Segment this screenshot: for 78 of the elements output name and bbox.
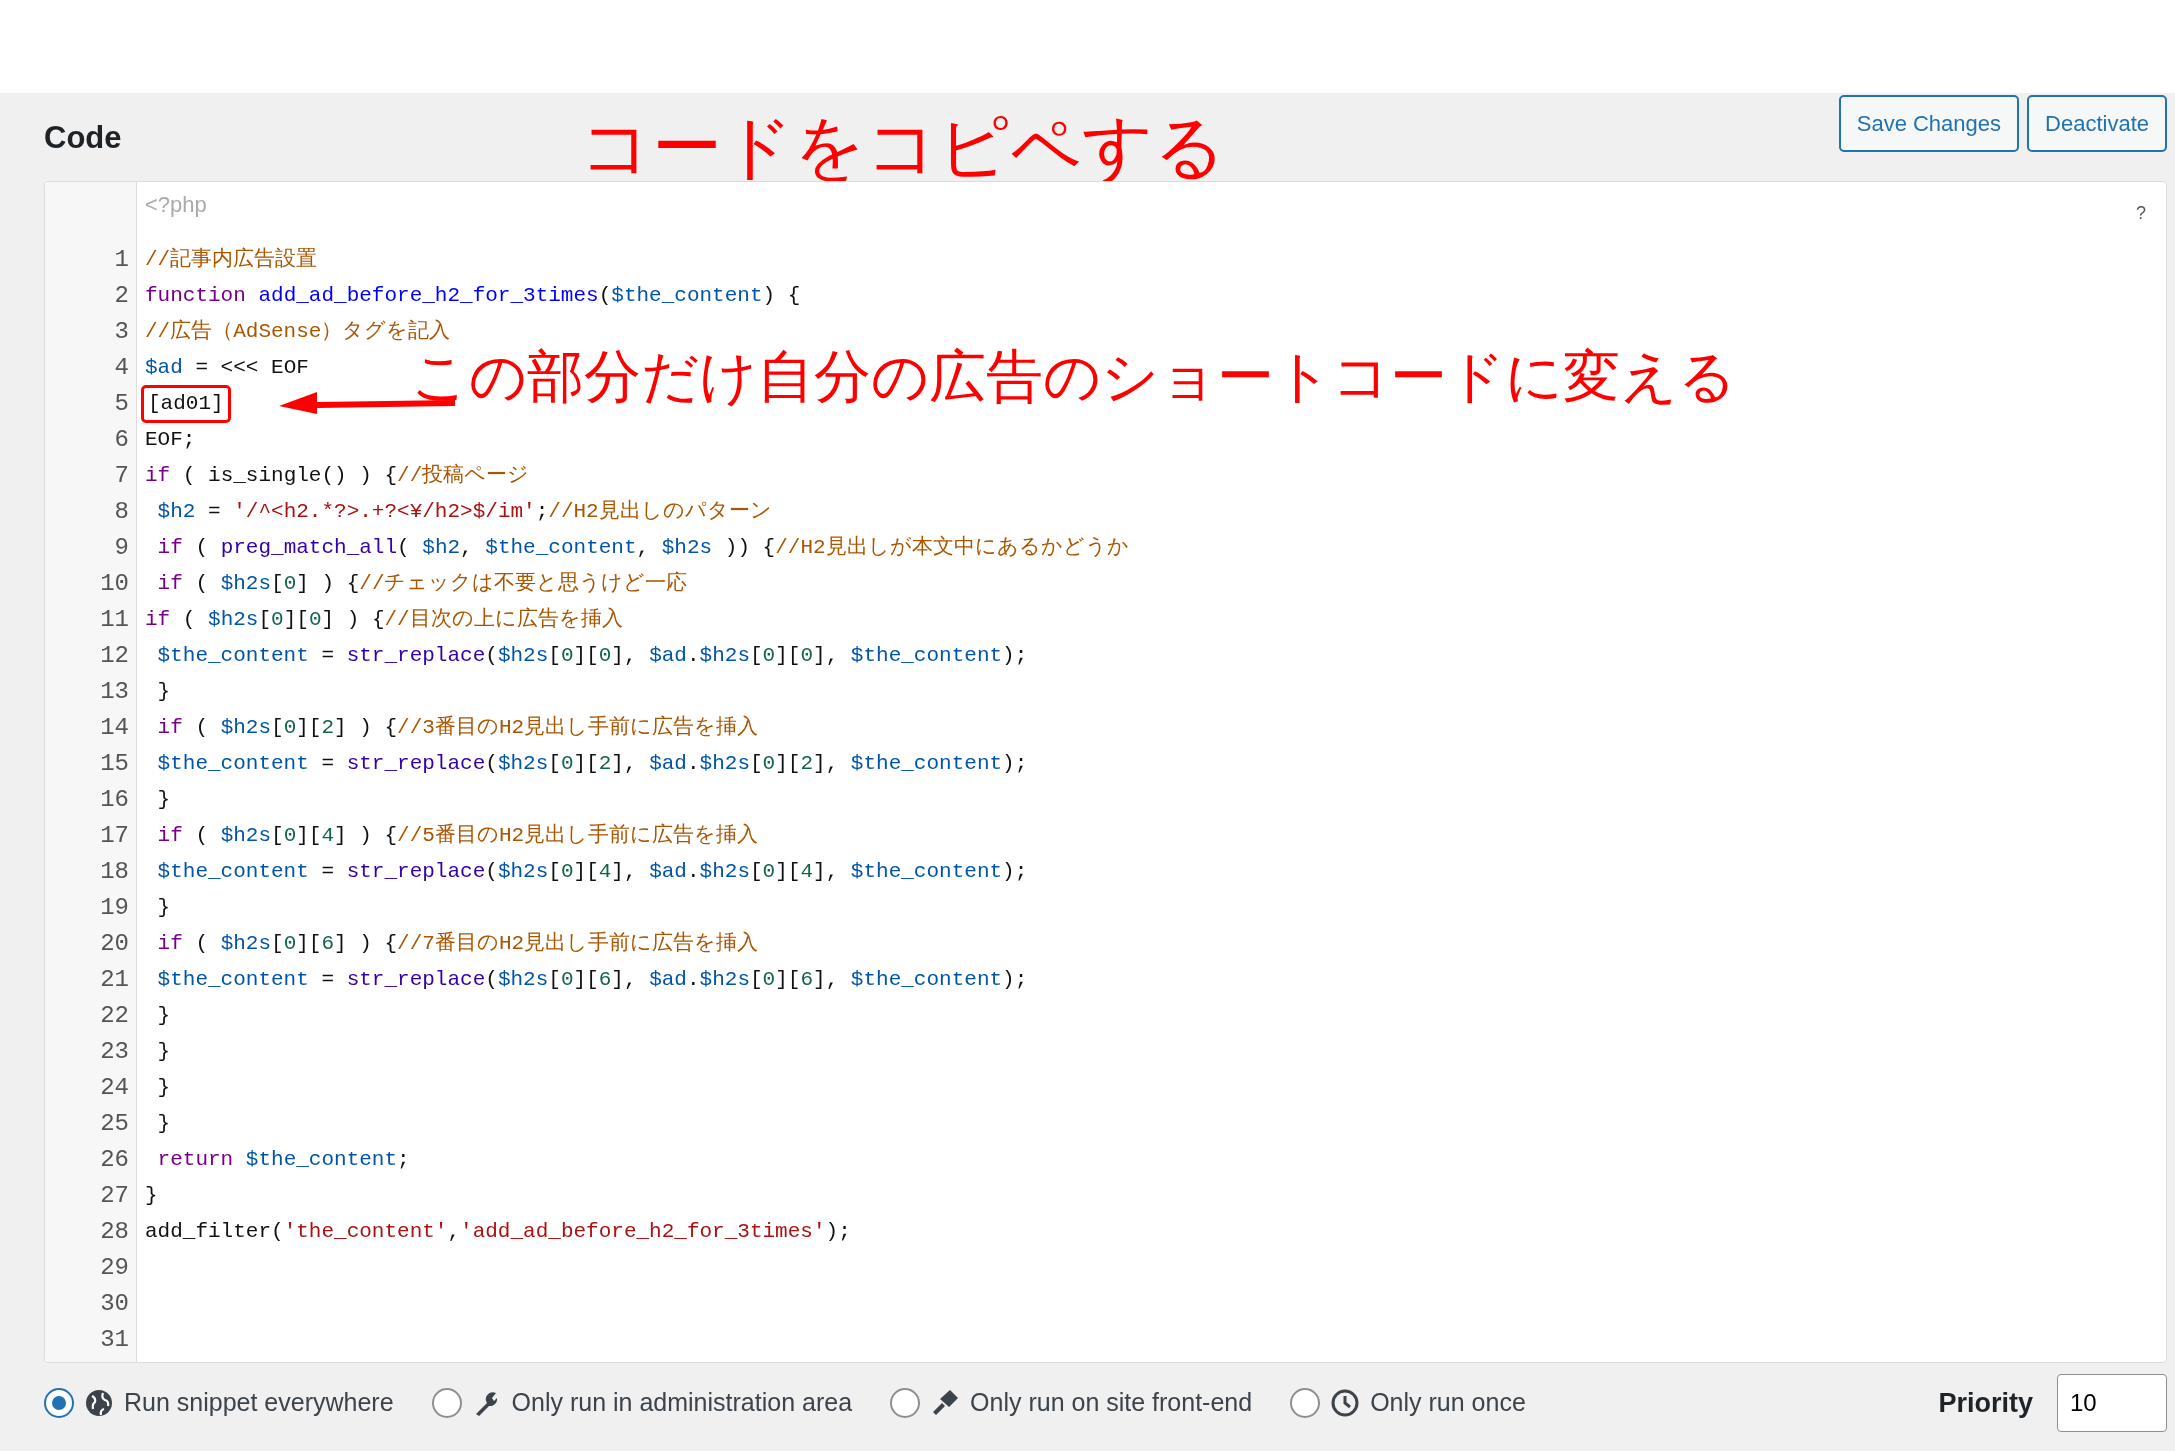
code-line: EOF;	[144, 427, 196, 454]
line-number: 22	[99, 1001, 130, 1031]
line-number: 17	[99, 821, 130, 851]
radio-button[interactable]	[890, 1388, 921, 1418]
code-line: }	[156, 895, 171, 922]
code-line: $ad = <<< EOF	[144, 355, 309, 382]
code-editor[interactable]	[44, 181, 2167, 1363]
line-number: 2	[113, 281, 130, 311]
code-line: if ( $h2s[0][4] ) {//5番目のH2見出し手前に広告を挿入	[156, 822, 759, 850]
line-number: 25	[99, 1109, 130, 1139]
line-number: 6	[113, 425, 130, 455]
deactivate-button[interactable]: Deactivate	[2027, 95, 2167, 152]
priority-field[interactable]: 10	[2057, 1374, 2167, 1432]
radio-button[interactable]	[1290, 1388, 1321, 1418]
section-title: Code	[44, 119, 122, 157]
line-number: 14	[99, 713, 130, 743]
code-line: $the_content = str_replace($h2s[0][4], $ad.$h2s[0][4], $the_content);	[156, 859, 1028, 886]
line-number: 9	[113, 533, 130, 563]
code-line: return $the_content;	[156, 1147, 410, 1174]
radio-button[interactable]	[431, 1388, 462, 1418]
save-button[interactable]: Save Changes	[1838, 95, 2020, 152]
line-number: 13	[99, 677, 130, 707]
line-number: 27	[99, 1181, 130, 1211]
priority-label: Priority	[1938, 1386, 2033, 1420]
code-line: }	[156, 679, 171, 706]
line-number: 26	[99, 1145, 130, 1175]
line-number: 3	[113, 317, 130, 347]
radio-button[interactable]	[44, 1388, 74, 1418]
line-number: 30	[99, 1289, 130, 1319]
code-line: }	[156, 1003, 171, 1030]
line-number: 28	[99, 1217, 130, 1247]
line-number: 20	[99, 929, 130, 959]
line-number: 19	[99, 893, 130, 923]
line-number: 1	[113, 245, 130, 275]
option-label[interactable]: Only run once	[1370, 1384, 1526, 1422]
option-label[interactable]: Only run on site front-end	[970, 1384, 1253, 1422]
code-line: $the_content = str_replace($h2s[0][0], $ad.$h2s[0][0], $the_content);	[156, 643, 1028, 670]
annotation-text: この部分だけ自分の広告のショートコードに変える	[411, 348, 1736, 405]
code-line: }	[156, 787, 171, 814]
line-number: 31	[99, 1325, 130, 1355]
line-number: 21	[99, 965, 130, 995]
option-label[interactable]: Only run in administration area	[511, 1384, 853, 1422]
line-number: 24	[99, 1073, 130, 1103]
code-line: if ( $h2s[0] ) {//チェックは不要と思うけど一応	[156, 570, 688, 598]
line-number: 10	[99, 569, 130, 599]
code-line: }	[144, 1183, 158, 1210]
code-line: add_filter('the_content','add_ad_before_h2_for_3times');	[144, 1219, 851, 1246]
code-line: if ( is_single() ) {//投稿ページ	[144, 462, 530, 490]
code-line: //広告（AdSense）タグを記入	[144, 318, 451, 346]
line-number: 15	[99, 749, 130, 779]
line-number: 18	[99, 857, 130, 887]
line-number: 16	[99, 785, 130, 815]
code-line: if ( $h2s[0][2] ) {//3番目のH2見出し手前に広告を挿入	[156, 714, 759, 742]
code-line: //記事内広告設置	[144, 246, 318, 274]
line-number: 23	[99, 1037, 130, 1067]
line-number: 4	[113, 353, 130, 383]
line-number: 8	[113, 497, 130, 527]
code-line: if ( $h2s[0][0] ) {//目次の上に広告を挿入	[144, 606, 623, 634]
code-line: }	[156, 1039, 171, 1066]
code-text: <?php	[144, 190, 207, 219]
option-label[interactable]: Run snippet everywhere	[124, 1384, 394, 1422]
code-line: if ( $h2s[0][6] ) {//7番目のH2見出し手前に広告を挿入	[156, 930, 759, 958]
code-line: }	[156, 1111, 171, 1138]
code-line: function add_ad_before_h2_for_3times($the_content) {	[144, 283, 801, 310]
code-line: $h2 = '/^<h2.*?>.+?<¥/h2>$/im';//H2見出しのパターン	[156, 498, 772, 526]
line-number: 29	[99, 1253, 130, 1283]
clock-icon	[1330, 1388, 1361, 1418]
line-number: 5	[113, 389, 130, 419]
code-line: $the_content = str_replace($h2s[0][2], $ad.$h2s[0][2], $the_content);	[156, 751, 1028, 778]
line-number: 12	[99, 641, 130, 671]
globe-icon	[84, 1388, 114, 1418]
annotation-text: コードをコピペする	[580, 109, 1226, 186]
line-number: 7	[113, 461, 130, 491]
code-line: }	[156, 1075, 171, 1102]
line-number: 11	[99, 605, 130, 635]
help-mark[interactable]: ?	[2136, 200, 2146, 227]
code-line: if ( preg_match_all( $h2, $the_content, $h2s )) {//H2見出しが本文中にあるかどうか	[156, 534, 1129, 562]
code-line: $the_content = str_replace($h2s[0][6], $ad.$h2s[0][6], $the_content);	[156, 967, 1028, 994]
